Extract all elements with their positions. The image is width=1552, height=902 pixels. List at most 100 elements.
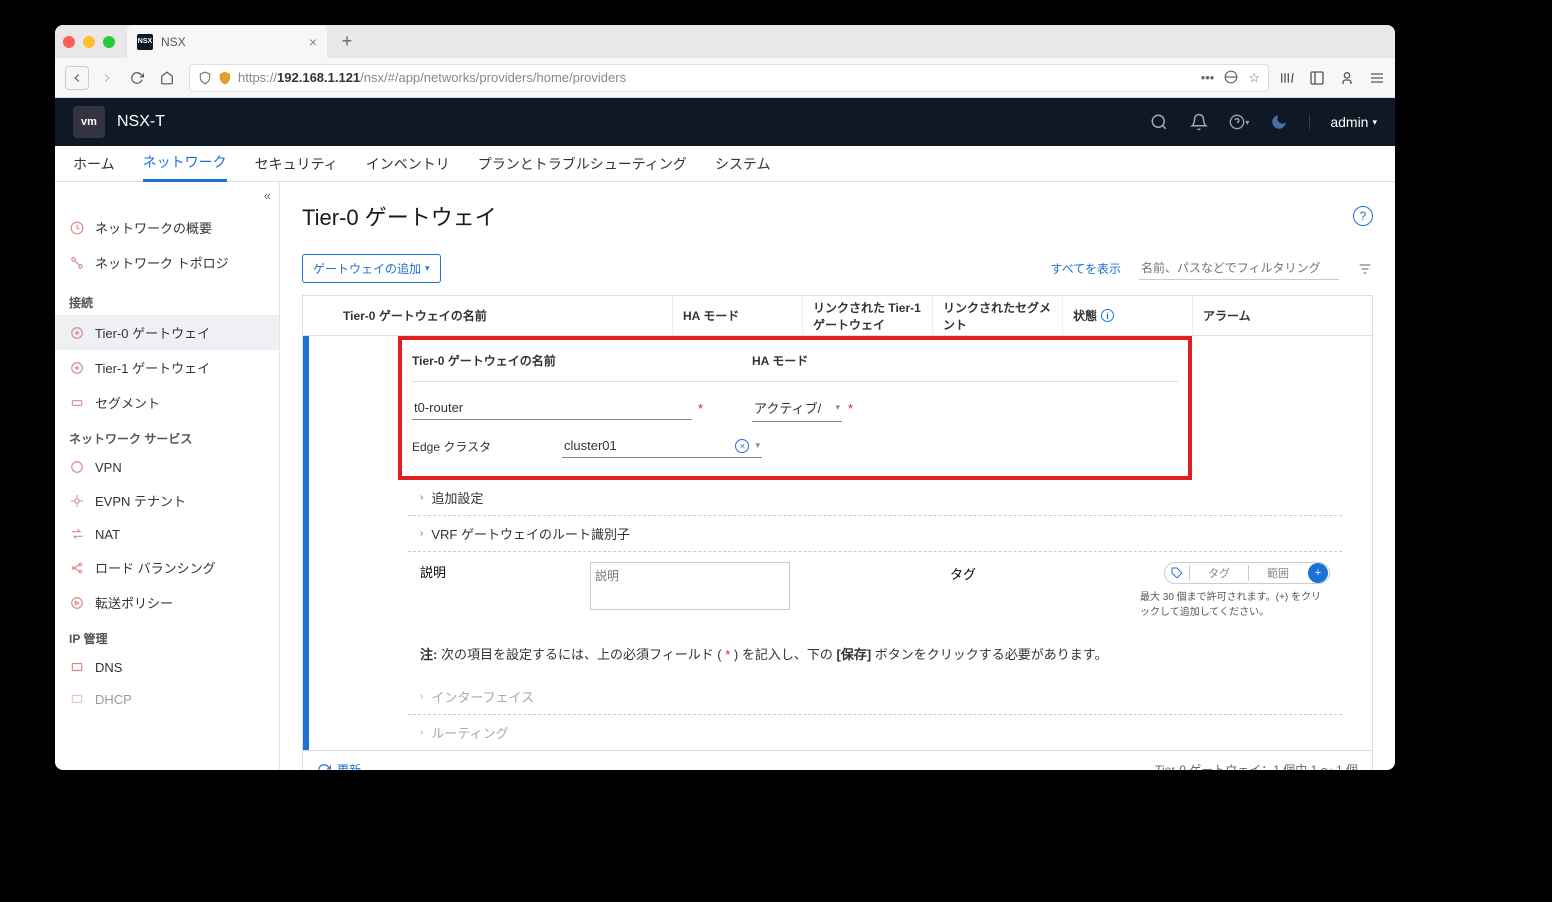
ha-mode-select[interactable]: アクティブ/ ▾ (752, 394, 842, 422)
more-actions-icon[interactable]: ••• (1201, 70, 1215, 86)
tag-widget[interactable]: タグ 範囲 + (1164, 562, 1330, 584)
info-icon[interactable]: i (1101, 309, 1114, 322)
sidebar-icon[interactable] (1309, 70, 1325, 86)
clear-icon[interactable]: × (735, 439, 749, 453)
primary-nav: ホーム ネットワーク セキュリティ インベントリ プランとトラブルシューティング… (55, 146, 1395, 182)
nav-network[interactable]: ネットワーク (143, 146, 227, 182)
search-icon[interactable] (1149, 112, 1169, 132)
nav-security[interactable]: セキュリティ (255, 146, 338, 182)
library-icon[interactable] (1279, 70, 1295, 86)
nav-plan[interactable]: プランとトラブルシューティング (478, 146, 687, 182)
sidebar-item-evpn[interactable]: EVPN テナント (55, 483, 279, 518)
edge-cluster-select[interactable]: cluster01 × ▾ (562, 434, 762, 458)
sidebar-item-label: セグメント (95, 393, 160, 412)
gateway-grid: Tier-0 ゲートウェイの名前 HA モード リンクされた Tier-1 ゲー… (302, 295, 1373, 770)
back-button[interactable] (65, 66, 89, 90)
chevron-right-icon: › (420, 492, 423, 503)
edge-cluster-label: Edge クラスタ (412, 438, 562, 455)
nav-system[interactable]: システム (715, 146, 771, 182)
sidebar-item-segments[interactable]: セグメント (55, 385, 279, 420)
refresh-button[interactable]: 更新 (317, 761, 361, 770)
sidebar-item-nat[interactable]: NAT (55, 518, 279, 550)
home-button[interactable] (155, 66, 179, 90)
show-all-link[interactable]: すべてを表示 (1051, 260, 1121, 277)
chevron-down-icon: ▾ (755, 440, 760, 451)
sidebar-item-tier0[interactable]: Tier-0 ゲートウェイ (55, 315, 279, 350)
accordion-routing: › ルーティング (408, 715, 1342, 750)
nav-inventory[interactable]: インベントリ (366, 146, 450, 182)
chevron-down-icon: ▾ (1372, 117, 1377, 128)
sidebar-item-label: 転送ポリシー (95, 593, 173, 612)
collapse-sidebar-icon[interactable]: « (264, 188, 271, 203)
nat-icon (69, 526, 85, 542)
sidebar-item-dns[interactable]: DNS (55, 651, 279, 683)
accordion-label: VRF ゲートウェイのルート識別子 (431, 524, 630, 543)
tag-scope-field[interactable]: 範囲 (1248, 565, 1307, 581)
page-title: Tier-0 ゲートウェイ (302, 200, 497, 232)
permissions-icon[interactable] (1224, 70, 1238, 86)
help-icon[interactable]: ▾ (1229, 112, 1249, 132)
filter-input[interactable] (1139, 257, 1339, 280)
router-icon (69, 360, 85, 376)
window-minimize-button[interactable] (83, 36, 95, 48)
col-linked-t1[interactable]: リンクされた Tier-1 ゲートウェイ (803, 296, 933, 335)
sidebar-item-label: DNS (95, 660, 122, 675)
account-icon[interactable] (1339, 70, 1355, 86)
reload-button[interactable] (125, 66, 149, 90)
url-input[interactable]: https://192.168.1.121/nsx/#/app/networks… (189, 64, 1269, 92)
vpn-icon (69, 459, 85, 475)
tab-close-icon[interactable]: × (309, 34, 317, 50)
sidebar-item-lb[interactable]: ロード バランシング (55, 550, 279, 585)
dns-icon (69, 659, 85, 675)
bookmark-icon[interactable]: ☆ (1248, 70, 1260, 86)
highlighted-form-area: Tier-0 ゲートウェイの名前 HA モード * ア (398, 336, 1192, 480)
row-count: Tier-0 ゲートウェイ：1 個中 1 ～ 1 個 (1155, 761, 1358, 770)
add-tag-icon[interactable]: + (1308, 563, 1328, 583)
nav-home[interactable]: ホーム (73, 146, 115, 182)
gateway-name-input[interactable] (412, 396, 692, 420)
col-ha[interactable]: HA モード (673, 296, 803, 335)
sidebar-item-label: Tier-0 ゲートウェイ (95, 323, 210, 342)
window-maximize-button[interactable] (103, 36, 115, 48)
accordion-additional-settings[interactable]: › 追加設定 (408, 480, 1342, 516)
col-status[interactable]: 状態 i (1063, 296, 1193, 335)
sidebar-heading-services: ネットワーク サービス (55, 420, 279, 451)
topology-icon (69, 255, 85, 271)
url-text: https://192.168.1.121/nsx/#/app/networks… (238, 70, 1195, 85)
description-label: 説明 (420, 562, 560, 618)
browser-tab-nsx[interactable]: NSX NSX × (127, 25, 327, 58)
name-column-label: Tier-0 ゲートウェイの名前 (412, 352, 752, 369)
sidebar-item-overview[interactable]: ネットワークの概要 (55, 210, 279, 245)
app-header: vm NSX-T ▾ admin ▾ (55, 98, 1395, 146)
user-name: admin (1330, 114, 1368, 130)
dhcp-icon (69, 691, 85, 707)
grid-header: Tier-0 ゲートウェイの名前 HA モード リンクされた Tier-1 ゲー… (303, 296, 1372, 336)
col-name[interactable]: Tier-0 ゲートウェイの名前 (333, 296, 673, 335)
accordion-label: ルーティング (431, 723, 508, 742)
page-help-icon[interactable]: ? (1353, 206, 1373, 226)
sidebar-item-topology[interactable]: ネットワーク トポロジ (55, 245, 279, 280)
window-close-button[interactable] (63, 36, 75, 48)
menu-icon[interactable] (1369, 70, 1385, 86)
new-tab-button[interactable]: + (335, 31, 359, 52)
description-textarea[interactable] (590, 562, 790, 610)
accordion-vrf-route-id[interactable]: › VRF ゲートウェイのルート識別子 (408, 516, 1342, 552)
sidebar-item-label: VPN (95, 460, 122, 475)
sidebar-item-label: ロード バランシング (95, 558, 216, 577)
accordion-label: 追加設定 (431, 488, 483, 507)
sidebar-item-dhcp[interactable]: DHCP (55, 683, 279, 715)
add-gateway-button[interactable]: ゲートウェイの追加 ▾ (302, 254, 441, 283)
bell-icon[interactable] (1189, 112, 1209, 132)
window-controls (63, 36, 115, 48)
col-linked-seg[interactable]: リンクされたセグメント (933, 296, 1063, 335)
moon-icon[interactable] (1269, 112, 1289, 132)
user-menu[interactable]: admin ▾ (1309, 114, 1377, 130)
sidebar-item-tier1[interactable]: Tier-1 ゲートウェイ (55, 350, 279, 385)
cluster-value: cluster01 (564, 438, 729, 453)
filter-icon[interactable] (1357, 261, 1373, 277)
sidebar-item-vpn[interactable]: VPN (55, 451, 279, 483)
forward-button[interactable] (95, 66, 119, 90)
sidebar-item-fwd[interactable]: 転送ポリシー (55, 585, 279, 620)
col-alarm[interactable]: アラーム (1193, 296, 1372, 335)
tag-name-field[interactable]: タグ (1189, 565, 1248, 581)
